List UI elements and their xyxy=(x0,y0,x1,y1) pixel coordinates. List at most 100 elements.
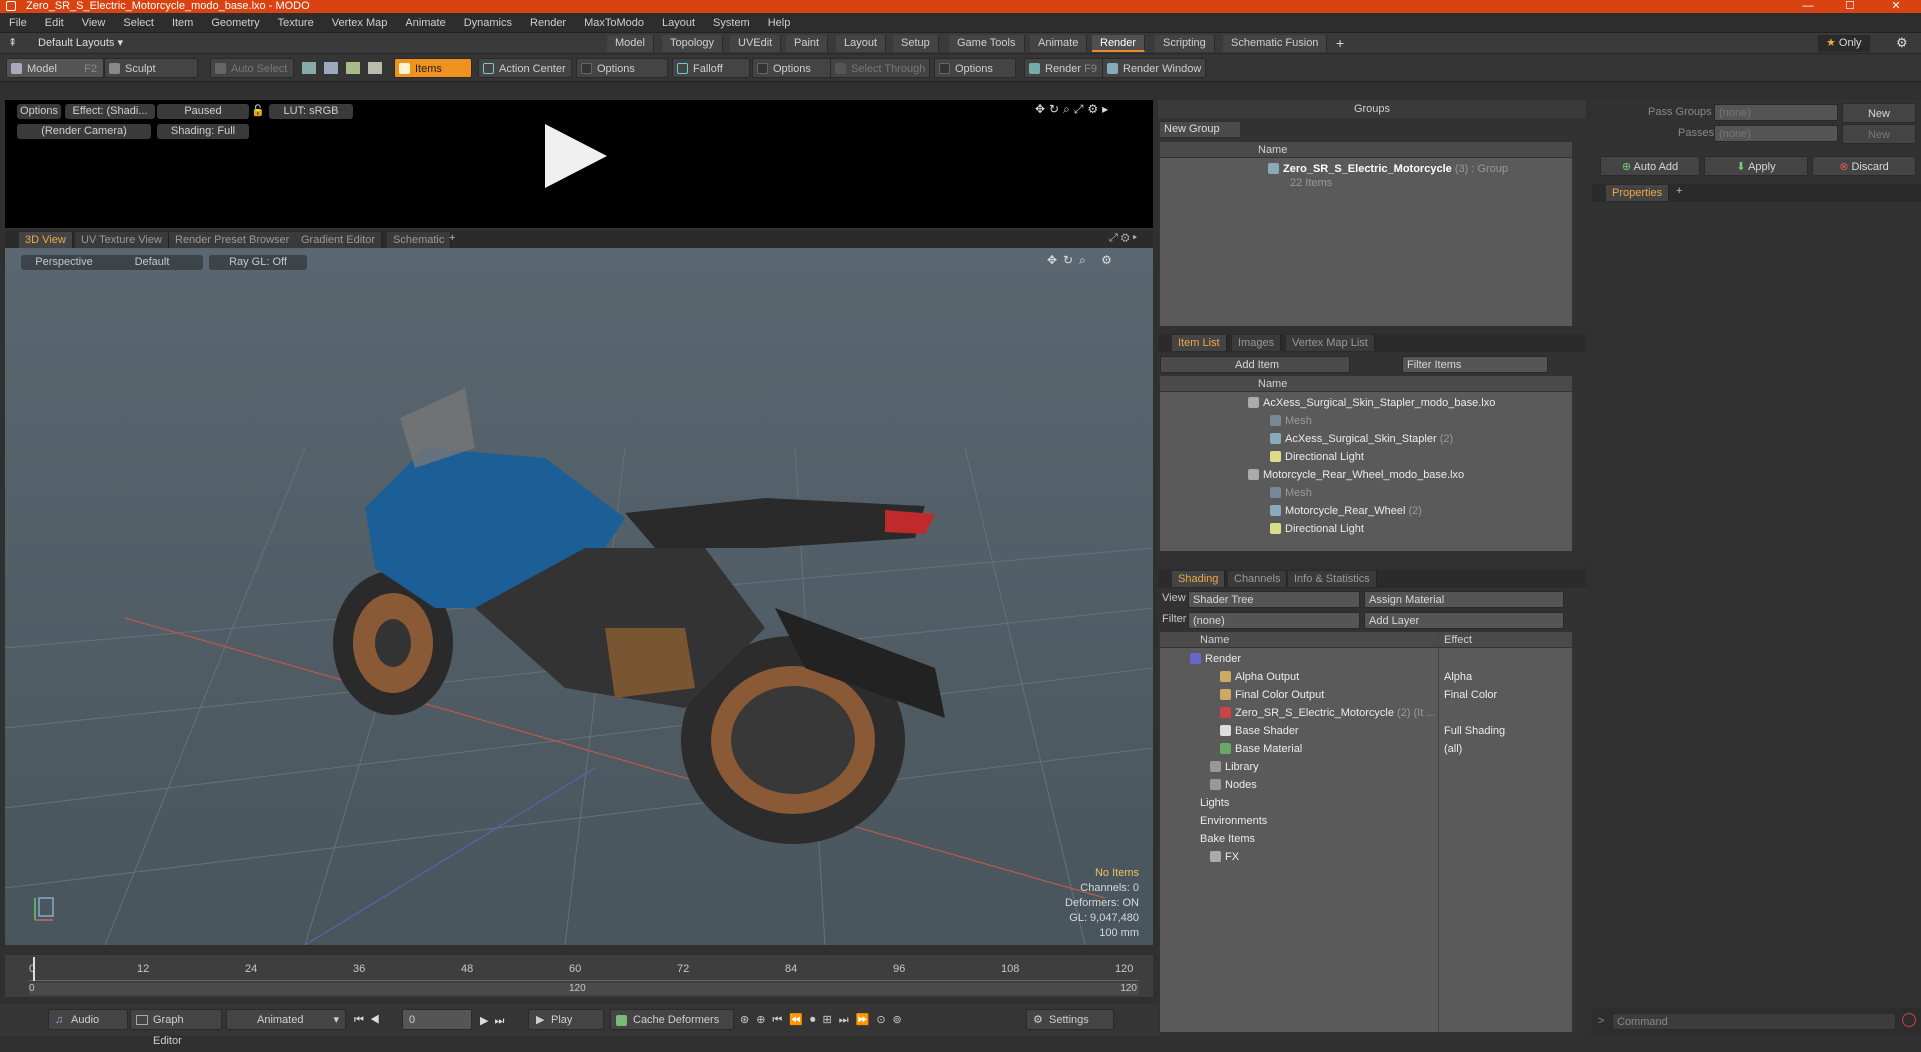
new-pass-group-button[interactable]: New xyxy=(1842,103,1916,123)
view-expand-icons[interactable]: ⤢⚙▸ xyxy=(1109,232,1140,245)
command-record-icon[interactable] xyxy=(1902,1013,1916,1027)
list-item[interactable]: AcXess_Surgical_Skin_Stapler (2) xyxy=(1270,430,1453,448)
menu-layout[interactable]: Layout xyxy=(653,13,704,33)
tab-images[interactable]: Images xyxy=(1232,335,1282,351)
menu-texture[interactable]: Texture xyxy=(269,13,323,33)
audio-button[interactable]: ♫ Audio xyxy=(48,1009,128,1030)
menu-geometry[interactable]: Geometry xyxy=(202,13,268,33)
select-through-options[interactable]: Options xyxy=(934,58,1016,78)
action-center-button[interactable]: Action Center xyxy=(478,58,572,78)
tab-animate[interactable]: Animate xyxy=(1030,35,1088,52)
material-mode-icon[interactable] xyxy=(368,62,382,74)
close-icon[interactable]: ✕ xyxy=(1876,0,1916,12)
filter-dropdown[interactable]: (none) xyxy=(1188,612,1360,629)
tab-paint[interactable]: Paint xyxy=(786,35,829,52)
shader-row-library[interactable]: Library xyxy=(1210,758,1259,776)
menu-select[interactable]: Select xyxy=(114,13,163,33)
tab-game-tools[interactable]: Game Tools xyxy=(949,35,1025,52)
menu-item[interactable]: Item xyxy=(163,13,202,33)
render-window-button[interactable]: Render Window xyxy=(1102,58,1206,78)
add-tab-icon[interactable]: + xyxy=(1336,35,1344,51)
passes-dropdown[interactable]: (none) xyxy=(1714,125,1838,142)
effect-base-material[interactable]: (all) xyxy=(1444,740,1462,758)
select-through-button[interactable]: Select Through xyxy=(830,58,930,78)
falloff-button[interactable]: Falloff xyxy=(672,58,750,78)
settings-button[interactable]: ⚙ Settings xyxy=(1026,1009,1114,1030)
timeline[interactable]: 0 12 24 36 48 60 72 84 96 108 120 0 120 … xyxy=(5,955,1153,997)
falloff-options[interactable]: Options xyxy=(752,58,834,78)
edge-mode-icon[interactable] xyxy=(324,62,338,74)
menu-maxtomodo[interactable]: MaxToModo xyxy=(575,13,653,33)
add-item-dropdown[interactable]: Add Item xyxy=(1160,356,1350,373)
shader-row-base-material[interactable]: Base Material xyxy=(1220,740,1302,758)
tab-render[interactable]: Render xyxy=(1092,35,1146,52)
tab-layout[interactable]: Layout xyxy=(836,35,887,52)
add-layer-dropdown[interactable]: Add Layer xyxy=(1364,612,1564,629)
menu-help[interactable]: Help xyxy=(759,13,800,33)
menu-vertex-map[interactable]: Vertex Map xyxy=(323,13,397,33)
transport-forward-icons[interactable]: ▶⏭ xyxy=(480,1014,510,1028)
animated-dropdown[interactable]: Animated ▾ xyxy=(226,1009,346,1030)
tab-uv-texture-view[interactable]: UV Texture View xyxy=(75,232,169,248)
tab-schematic-fusion[interactable]: Schematic Fusion xyxy=(1223,35,1328,52)
tab-properties[interactable]: Properties xyxy=(1606,185,1670,201)
menu-system[interactable]: System xyxy=(704,13,759,33)
list-item[interactable]: Mesh xyxy=(1270,484,1312,502)
sculpt-button[interactable]: Sculpt xyxy=(104,58,198,78)
shader-row-material-group[interactable]: Zero_SR_S_Electric_Motorcycle (2) (It ..… xyxy=(1220,704,1436,722)
add-view-tab-icon[interactable]: + xyxy=(449,232,455,244)
maximize-icon[interactable]: ☐ xyxy=(1830,0,1870,12)
effect-base-shader[interactable]: Full Shading xyxy=(1444,722,1505,740)
menu-render[interactable]: Render xyxy=(521,13,575,33)
new-group-button[interactable]: New Group xyxy=(1160,122,1240,137)
list-item[interactable]: Motorcycle_Rear_Wheel (2) xyxy=(1270,502,1422,520)
effect-alpha[interactable]: Alpha xyxy=(1444,668,1472,686)
list-item[interactable]: Motorcycle_Rear_Wheel_modo_base.lxo xyxy=(1248,466,1464,484)
groups-list[interactable]: Name Zero_SR_S_Electric_Motorcycle (3) :… xyxy=(1160,142,1572,326)
tab-item-list[interactable]: Item List xyxy=(1172,335,1227,351)
key-tool-icons[interactable]: ⊛⊕⏮⏪⏺⊞⏭⏩⊙⊚ xyxy=(740,1013,909,1027)
minimize-icon[interactable]: — xyxy=(1788,0,1828,12)
new-pass-button[interactable]: New xyxy=(1842,124,1916,144)
menu-file[interactable]: File xyxy=(0,13,36,33)
cache-deformers-button[interactable]: Cache Deformers xyxy=(610,1009,734,1030)
tab-3d-view[interactable]: 3D View xyxy=(19,232,73,248)
shader-row-final-color[interactable]: Final Color Output xyxy=(1220,686,1324,704)
polygon-mode-icon[interactable] xyxy=(346,62,360,74)
transport-back-icons[interactable]: ⏮◀ xyxy=(354,1014,386,1027)
tab-channels[interactable]: Channels xyxy=(1228,571,1288,587)
preview-camera-dropdown[interactable]: (Render Camera) xyxy=(17,124,151,139)
tab-schematic[interactable]: Schematic xyxy=(387,232,452,248)
action-center-options[interactable]: Options xyxy=(576,58,668,78)
collapse-icon[interactable]: ⇞ xyxy=(8,36,17,49)
pass-groups-dropdown[interactable]: (none) xyxy=(1714,104,1838,121)
render-preview[interactable]: Options Effect: (Shadi... Paused 🔓 LUT: … xyxy=(5,100,1153,228)
play-button[interactable]: ▶ Play xyxy=(528,1009,604,1030)
list-item[interactable]: Mesh xyxy=(1270,412,1312,430)
effect-final-color[interactable]: Final Color xyxy=(1444,686,1497,704)
preview-shading-dropdown[interactable]: Shading: Full xyxy=(157,124,249,139)
tab-model[interactable]: Model xyxy=(607,35,654,52)
shader-row-nodes[interactable]: Nodes xyxy=(1210,776,1257,794)
auto-add-button[interactable]: ⊕ Auto Add xyxy=(1600,156,1700,176)
tab-gradient-editor[interactable]: Gradient Editor xyxy=(295,232,382,248)
tab-shading[interactable]: Shading xyxy=(1172,571,1226,587)
list-item[interactable]: Directional Light xyxy=(1270,520,1364,538)
add-properties-tab-icon[interactable]: + xyxy=(1676,185,1682,197)
item-list[interactable]: Name AcXess_Surgical_Skin_Stapler_modo_b… xyxy=(1160,376,1572,551)
preview-paused-button[interactable]: Paused xyxy=(157,104,249,119)
shader-row-fx[interactable]: FX xyxy=(1210,848,1239,866)
gear-icon[interactable]: ⚙ xyxy=(1896,35,1908,51)
menu-animate[interactable]: Animate xyxy=(396,13,454,33)
playhead[interactable] xyxy=(33,957,35,981)
command-input[interactable]: Command xyxy=(1612,1013,1896,1030)
preview-effect-dropdown[interactable]: Effect: (Shadi... xyxy=(65,104,155,119)
timeline-ruler[interactable]: 0 12 24 36 48 60 72 84 96 108 120 xyxy=(29,957,1139,981)
tab-render-preset-browser[interactable]: Render Preset Browser xyxy=(169,232,297,248)
auto-select-button[interactable]: Auto Select xyxy=(210,58,294,78)
tab-uvedit[interactable]: UVEdit xyxy=(730,35,782,52)
timeline-range-bar[interactable]: 0 120 120 xyxy=(29,983,1139,995)
tab-info-statistics[interactable]: Info & Statistics xyxy=(1288,571,1377,587)
3d-viewport[interactable]: Perspective Default Ray GL: Off ✥↻⌕ ⚙ No… xyxy=(5,248,1153,945)
tab-vertex-map-list[interactable]: Vertex Map List xyxy=(1286,335,1375,351)
